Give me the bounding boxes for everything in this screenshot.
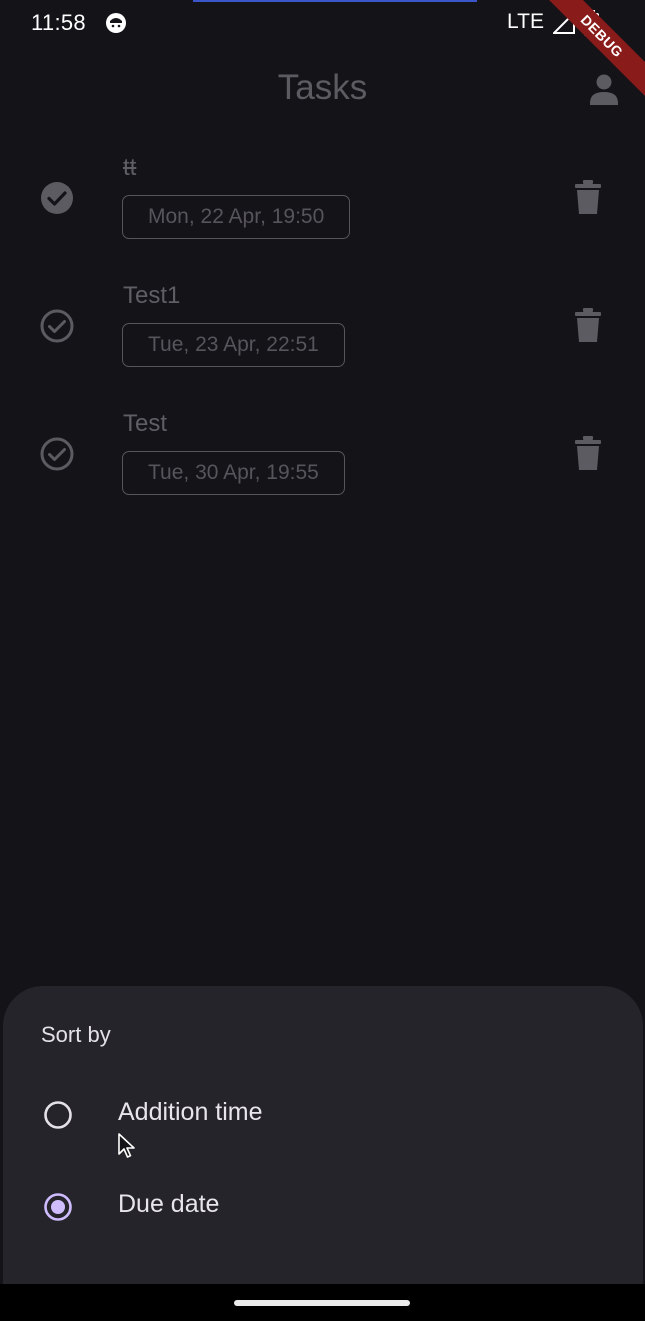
trash-icon[interactable] — [572, 436, 604, 470]
check-circle-outline-icon[interactable] — [39, 308, 75, 344]
sort-option-due-date[interactable]: Due date — [3, 1166, 643, 1246]
task-title: Test — [123, 410, 168, 437]
sort-option-addition-time[interactable]: Addition time — [3, 1074, 643, 1154]
sort-option-label: Addition time — [118, 1098, 263, 1126]
status-bar: 11:58 LTE DEBUG — [0, 0, 645, 105]
task-title: Test1 — [123, 282, 181, 309]
radio-unselected-icon[interactable] — [43, 1100, 73, 1130]
app-bar: Tasks — [0, 56, 645, 120]
sheet-title: Sort by — [41, 1022, 111, 1047]
app-notification-icon — [106, 13, 126, 33]
status-time: 11:58 — [31, 10, 86, 35]
trash-icon[interactable] — [572, 308, 604, 342]
radio-selected-icon[interactable] — [43, 1192, 73, 1222]
sort-bottom-sheet: Sort by Addition time Due date — [3, 986, 643, 1284]
profile-icon[interactable] — [584, 70, 624, 110]
trash-icon[interactable] — [572, 180, 604, 214]
page-title: Tasks — [277, 68, 368, 107]
task-due-date-chip[interactable]: Mon, 22 Apr, 19:50 — [122, 195, 351, 239]
task-title: tt — [123, 154, 137, 181]
network-type: LTE — [507, 10, 544, 33]
task-due-date-chip[interactable]: Tue, 30 Apr, 19:55 — [122, 451, 345, 495]
sort-option-label: Due date — [118, 1190, 220, 1218]
task-item[interactable]: Test Tue, 30 Apr, 19:55 — [0, 396, 645, 524]
task-due-date-chip[interactable]: Tue, 23 Apr, 22:51 — [122, 323, 345, 367]
app-screen: 11:58 LTE DEBUG Tasks tt Mon, 22 Apr, 19… — [0, 0, 645, 1321]
task-list: tt Mon, 22 Apr, 19:50 Test1 Tue, 23 Apr,… — [0, 140, 645, 524]
task-item[interactable]: Test1 Tue, 23 Apr, 22:51 — [0, 268, 645, 396]
home-gesture-handle[interactable] — [234, 1300, 410, 1306]
task-item[interactable]: tt Mon, 22 Apr, 19:50 — [0, 140, 645, 268]
check-circle-filled-icon[interactable] — [39, 180, 75, 216]
navigation-bar — [0, 1284, 645, 1321]
check-circle-outline-icon[interactable] — [39, 436, 75, 472]
mouse-cursor-icon — [118, 1133, 135, 1158]
